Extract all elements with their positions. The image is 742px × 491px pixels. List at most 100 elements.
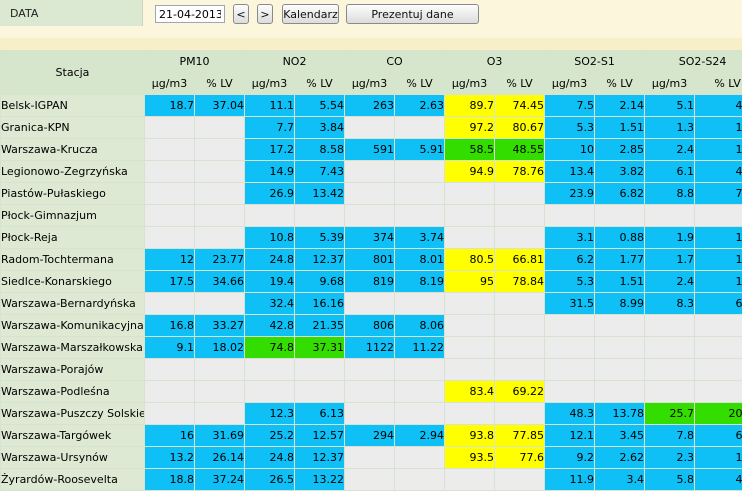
value-cell: 37.04 bbox=[195, 95, 245, 117]
value-cell bbox=[395, 161, 445, 183]
value-cell bbox=[495, 227, 545, 249]
value-cell: 10 bbox=[545, 139, 595, 161]
value-cell: 12.37 bbox=[295, 249, 345, 271]
value-cell: 69.22 bbox=[495, 381, 545, 403]
table-row: Warszawa-Marszałkowska9.118.0274.837.311… bbox=[1, 337, 742, 359]
value-cell: 8.58 bbox=[295, 139, 345, 161]
pollutant-header: NO2 bbox=[245, 51, 345, 73]
value-cell: 5.1 bbox=[645, 95, 695, 117]
value-cell: 7.8 bbox=[645, 425, 695, 447]
unit-header: % LV bbox=[395, 73, 445, 95]
value-cell: 1.04 bbox=[695, 117, 742, 139]
value-cell bbox=[295, 381, 345, 403]
value-cell bbox=[295, 359, 345, 381]
date-input[interactable] bbox=[155, 5, 225, 23]
previous-day-button[interactable]: < bbox=[233, 4, 249, 24]
value-cell: 5.3 bbox=[545, 271, 595, 293]
value-cell: 5.8 bbox=[645, 469, 695, 491]
value-cell bbox=[595, 359, 645, 381]
value-cell: 2.4 bbox=[645, 271, 695, 293]
value-cell bbox=[195, 117, 245, 139]
value-cell: 8.01 bbox=[395, 249, 445, 271]
value-cell: 2.62 bbox=[595, 447, 645, 469]
value-cell bbox=[345, 293, 395, 315]
value-cell: 5.39 bbox=[295, 227, 345, 249]
value-cell: 25.2 bbox=[245, 425, 295, 447]
value-cell bbox=[395, 403, 445, 425]
value-cell bbox=[395, 469, 445, 491]
value-cell: 806 bbox=[345, 315, 395, 337]
value-cell: 5.54 bbox=[295, 95, 345, 117]
value-cell: 74.8 bbox=[245, 337, 295, 359]
value-cell: 0.88 bbox=[595, 227, 645, 249]
value-cell bbox=[395, 381, 445, 403]
value-cell: 26.9 bbox=[245, 183, 295, 205]
unit-header: % LV bbox=[195, 73, 245, 95]
unit-header: % LV bbox=[495, 73, 545, 95]
station-name: Radom-Tochtermana bbox=[1, 249, 145, 271]
value-cell bbox=[145, 293, 195, 315]
value-cell bbox=[195, 359, 245, 381]
station-name: Warszawa-Targówek bbox=[1, 425, 145, 447]
station-name: Warszawa-Komunikacyjna bbox=[1, 315, 145, 337]
value-cell: 42.8 bbox=[245, 315, 295, 337]
value-cell bbox=[145, 359, 195, 381]
value-cell: 1.3 bbox=[645, 117, 695, 139]
value-cell bbox=[545, 337, 595, 359]
value-cell: 801 bbox=[345, 249, 395, 271]
value-cell bbox=[595, 337, 645, 359]
value-cell: 94.9 bbox=[445, 161, 495, 183]
value-cell bbox=[195, 381, 245, 403]
value-cell: 24.8 bbox=[245, 249, 295, 271]
value-cell: 1.91 bbox=[695, 139, 742, 161]
value-cell bbox=[695, 337, 742, 359]
value-cell bbox=[245, 359, 295, 381]
value-cell: 9.68 bbox=[295, 271, 345, 293]
value-cell bbox=[495, 183, 545, 205]
value-cell bbox=[545, 315, 595, 337]
table-row: Radom-Tochtermana1223.7724.812.378018.01… bbox=[1, 249, 742, 271]
table-row: Siedlce-Konarskiego17.534.6619.49.688198… bbox=[1, 271, 742, 293]
value-cell: 6.61 bbox=[695, 293, 742, 315]
pollutant-header: CO bbox=[345, 51, 445, 73]
value-cell bbox=[145, 183, 195, 205]
value-cell: 5.91 bbox=[395, 139, 445, 161]
value-cell: 1.9 bbox=[645, 227, 695, 249]
value-cell bbox=[645, 359, 695, 381]
value-cell bbox=[145, 117, 195, 139]
value-cell: 21.35 bbox=[295, 315, 345, 337]
value-cell bbox=[495, 359, 545, 381]
value-cell bbox=[345, 183, 395, 205]
value-cell bbox=[395, 293, 445, 315]
show-data-button[interactable]: Prezentuj dane bbox=[346, 4, 479, 24]
value-cell bbox=[345, 161, 395, 183]
value-cell: 1.35 bbox=[695, 249, 742, 271]
toolbar-gap bbox=[0, 26, 742, 38]
value-cell: 11.22 bbox=[395, 337, 445, 359]
table-row: Warszawa-Targówek1631.6925.212.572942.94… bbox=[1, 425, 742, 447]
calendar-button[interactable]: Kalendarz bbox=[282, 4, 339, 24]
value-cell: 819 bbox=[345, 271, 395, 293]
value-cell: 16.16 bbox=[295, 293, 345, 315]
value-cell: 80.5 bbox=[445, 249, 495, 271]
value-cell bbox=[395, 205, 445, 227]
station-name: Granica-KPN bbox=[1, 117, 145, 139]
table-row: Piastów-Pułaskiego26.913.4223.96.828.87.… bbox=[1, 183, 742, 205]
value-cell: 17.2 bbox=[245, 139, 295, 161]
value-cell bbox=[495, 315, 545, 337]
value-cell: 26.14 bbox=[195, 447, 245, 469]
table-row: Płock-Reja10.85.393743.743.10.881.91.51 bbox=[1, 227, 742, 249]
value-cell bbox=[345, 447, 395, 469]
separator-strip bbox=[0, 38, 742, 50]
unit-header: µg/m3 bbox=[445, 73, 495, 95]
value-cell: 74.45 bbox=[495, 95, 545, 117]
value-cell: 83.4 bbox=[445, 381, 495, 403]
value-cell bbox=[495, 293, 545, 315]
next-day-button[interactable]: > bbox=[257, 4, 273, 24]
value-cell: 8.06 bbox=[395, 315, 445, 337]
toolbar: DATA < > Kalendarz Prezentuj dane bbox=[0, 0, 742, 26]
value-cell: 5.3 bbox=[545, 117, 595, 139]
value-cell: 20.48 bbox=[695, 403, 742, 425]
value-cell bbox=[445, 337, 495, 359]
value-cell: 7.43 bbox=[295, 161, 345, 183]
